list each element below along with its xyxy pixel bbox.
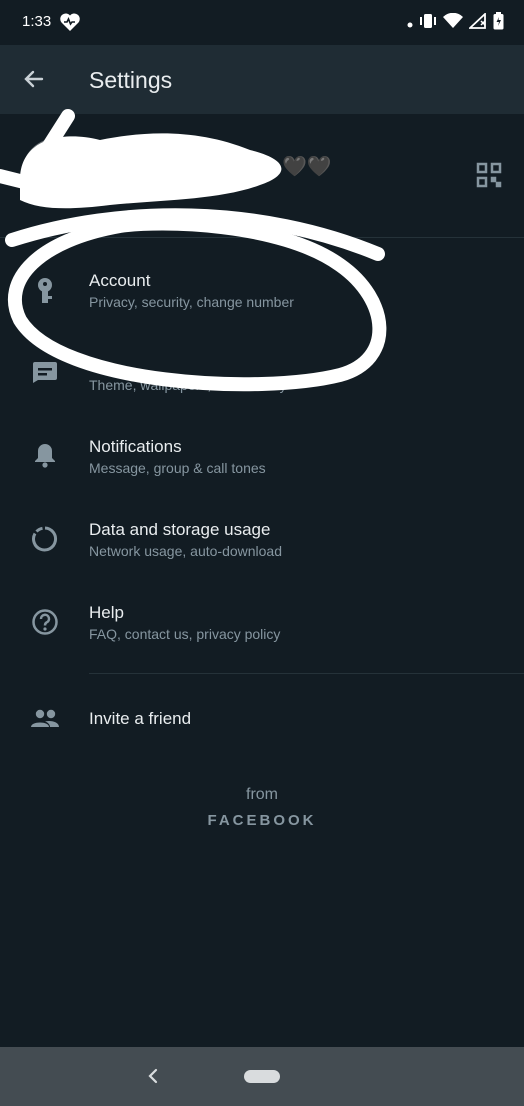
home-pill-icon[interactable]: [244, 1070, 280, 1083]
signal-icon: [467, 11, 487, 34]
storage-circle-icon: [30, 524, 60, 554]
menu-item-chats[interactable]: Theme, wallpapers, chat history: [0, 333, 524, 415]
divider: [0, 237, 524, 238]
status-time: 1:33: [22, 13, 52, 30]
app-bar: Settings: [0, 45, 524, 114]
qr-code-icon[interactable]: [476, 162, 502, 193]
heart-icon: [59, 12, 81, 37]
avatar[interactable]: [22, 138, 92, 208]
wifi-icon: [443, 12, 463, 34]
menu-item-subtitle: FAQ, contact us, privacy policy: [89, 626, 281, 642]
system-nav-bar: [0, 1047, 524, 1106]
battery-icon: [493, 12, 504, 35]
menu-item-title: Data and storage usage: [89, 520, 271, 539]
divider: [89, 673, 524, 674]
profile-name: 🖤🖤: [282, 156, 332, 178]
chat-icon: [30, 357, 60, 387]
menu-item-account[interactable]: Account Privacy, security, change number: [0, 250, 524, 332]
menu-item-title: Help: [89, 603, 124, 622]
from-label: from: [246, 786, 278, 803]
brand-label: FACEBOOK: [207, 812, 317, 829]
menu-item-subtitle: Privacy, security, change number: [89, 294, 294, 310]
page-title: Settings: [89, 67, 173, 93]
menu-item-help[interactable]: Help FAQ, contact us, privacy policy: [0, 582, 524, 664]
key-icon: [30, 276, 60, 306]
bell-icon: [30, 440, 60, 470]
menu-item-subtitle: Network usage, auto-download: [89, 543, 283, 559]
status-bar: 1:33: [0, 0, 524, 45]
menu-item-invite[interactable]: Invite a friend: [0, 690, 524, 750]
dot-icon: [407, 15, 413, 33]
help-circle-icon: [30, 607, 60, 637]
chevron-left-icon[interactable]: [146, 1067, 160, 1090]
menu-item-data-storage[interactable]: Data and storage usage Network usage, au…: [0, 499, 524, 581]
menu-item-title: Account: [89, 271, 151, 290]
people-icon: [30, 704, 60, 734]
menu-item-subtitle: Message, group & call tones: [89, 460, 266, 476]
menu-item-notifications[interactable]: Notifications Message, group & call tone…: [0, 416, 524, 498]
menu-item-subtitle: Theme, wallpapers, chat history: [89, 377, 287, 393]
from-facebook: from FACEBOOK: [0, 786, 524, 829]
menu-item-title: Invite a friend: [89, 709, 192, 728]
vibrate-icon: [419, 13, 437, 34]
profile-row[interactable]: 🖤🖤: [0, 114, 524, 238]
arrow-left-icon[interactable]: [22, 67, 46, 96]
menu-item-title: Notifications: [89, 437, 182, 456]
